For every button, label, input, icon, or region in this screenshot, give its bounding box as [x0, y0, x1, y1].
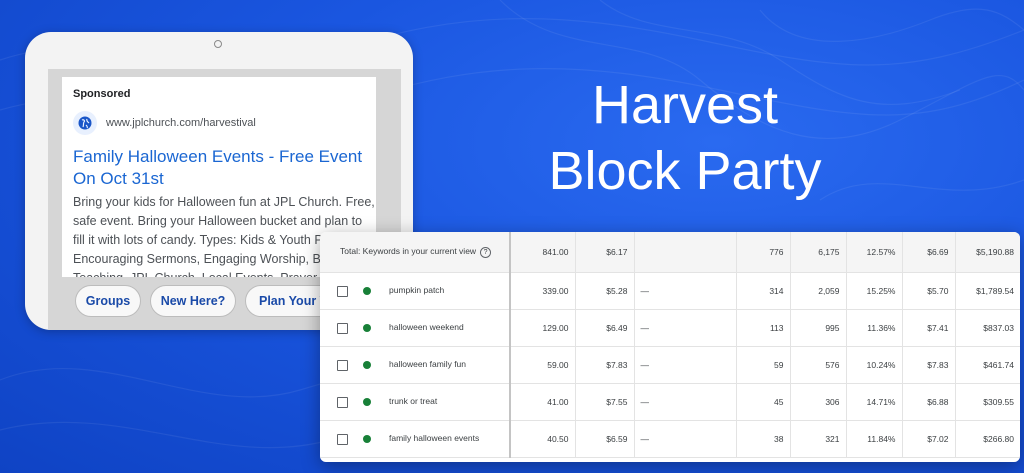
total-cell: 6,175: [789, 232, 846, 273]
row-checkbox[interactable]: [337, 285, 348, 297]
row-checkbox[interactable]: [337, 359, 348, 371]
headline: Harvest Block Party: [495, 72, 875, 204]
table-cell: 15.25%: [845, 272, 902, 310]
table-cell: 45: [735, 383, 790, 421]
total-cell: $6.69: [901, 232, 955, 273]
keyword-cell: halloween weekend: [320, 309, 510, 347]
globe-icon: [73, 111, 97, 135]
table-cell: $7.02: [901, 420, 955, 458]
row-checkbox[interactable]: [337, 433, 348, 445]
ad-display-url[interactable]: www.jplchurch.com/harvestival: [106, 117, 256, 129]
sitelink-groups-button[interactable]: Groups: [75, 285, 141, 317]
keyword-text[interactable]: halloween weekend: [371, 322, 464, 332]
table-cell: 314: [735, 272, 790, 310]
keyword-cell: trunk or treat: [320, 383, 510, 421]
table-cell: $837.03: [954, 309, 1020, 347]
status-enabled-icon: [363, 287, 371, 296]
total-cell: [633, 232, 736, 273]
table-cell: —: [633, 346, 736, 384]
status-enabled-icon: [363, 435, 371, 444]
total-cell: $6.17: [574, 232, 634, 273]
table-row[interactable]: pumpkin patch 339.00 $5.28 — 314 2,059 1…: [320, 272, 1020, 310]
table-cell: $6.49: [574, 309, 634, 347]
table-cell: $7.41: [901, 309, 955, 347]
table-cell: $266.80: [954, 420, 1020, 458]
row-checkbox[interactable]: [337, 396, 348, 408]
table-cell: 306: [789, 383, 846, 421]
table-cell: —: [633, 272, 736, 310]
table-cell: $7.83: [901, 346, 955, 384]
keyword-cell: pumpkin patch: [320, 272, 510, 310]
keyword-cell: halloween family fun: [320, 346, 510, 384]
headline-line-2: Block Party: [548, 141, 822, 201]
sponsored-label: Sponsored: [73, 88, 131, 100]
table-cell: 339.00: [509, 272, 575, 310]
keyword-text[interactable]: trunk or treat: [371, 396, 437, 406]
table-cell: $1,789.54: [954, 272, 1020, 310]
table-cell: $7.83: [574, 346, 634, 384]
table-row[interactable]: trunk or treat 41.00 $7.55 — 45 306 14.7…: [320, 383, 1020, 421]
keyword-text[interactable]: family halloween events: [371, 433, 479, 443]
table-cell: 11.36%: [845, 309, 902, 347]
status-enabled-icon: [363, 324, 371, 333]
table-cell: $7.55: [574, 383, 634, 421]
table-cell: —: [633, 309, 736, 347]
table-cell: —: [633, 420, 736, 458]
table-cell: 576: [789, 346, 846, 384]
table-cell: 129.00: [509, 309, 575, 347]
total-cell: 841.00: [509, 232, 575, 273]
keyword-table: Total: Keywords in your current view? 84…: [320, 232, 1020, 458]
total-cell: $5,190.88: [954, 232, 1020, 273]
table-cell: 38: [735, 420, 790, 458]
total-label-cell: Total: Keywords in your current view?: [320, 232, 510, 273]
table-row[interactable]: halloween weekend 129.00 $6.49 — 113 995…: [320, 309, 1020, 347]
total-cell: 12.57%: [845, 232, 902, 273]
table-cell: $461.74: [954, 346, 1020, 384]
total-label: Total: Keywords in your current view: [340, 246, 477, 257]
camera-icon: [214, 40, 222, 48]
table-row[interactable]: family halloween events 40.50 $6.59 — 38…: [320, 420, 1020, 458]
table-cell: $5.70: [901, 272, 955, 310]
table-cell: 10.24%: [845, 346, 902, 384]
keyword-text[interactable]: halloween family fun: [371, 359, 466, 369]
row-checkbox[interactable]: [337, 322, 348, 334]
table-cell: $5.28: [574, 272, 634, 310]
table-cell: 59: [735, 346, 790, 384]
table-row[interactable]: halloween family fun 59.00 $7.83 — 59 57…: [320, 346, 1020, 384]
table-cell: $309.55: [954, 383, 1020, 421]
status-enabled-icon: [363, 398, 371, 407]
table-cell: 11.84%: [845, 420, 902, 458]
table-cell: 41.00: [509, 383, 575, 421]
table-cell: 113: [735, 309, 790, 347]
table-cell: 2,059: [789, 272, 846, 310]
keyword-cell: family halloween events: [320, 420, 510, 458]
total-cell: 776: [735, 232, 790, 273]
table-cell: 995: [789, 309, 846, 347]
table-cell: $6.88: [901, 383, 955, 421]
keyword-text[interactable]: pumpkin patch: [371, 285, 444, 295]
headline-line-1: Harvest: [591, 75, 779, 135]
table-cell: $6.59: [574, 420, 634, 458]
ad-headline-link[interactable]: Family Halloween Events - Free Event On …: [73, 146, 368, 190]
table-cell: 321: [789, 420, 846, 458]
sitelink-new-here-button[interactable]: New Here?: [150, 285, 236, 317]
table-cell: 40.50: [509, 420, 575, 458]
table-total-row: Total: Keywords in your current view? 84…: [320, 232, 1020, 273]
table-cell: 14.71%: [845, 383, 902, 421]
status-enabled-icon: [363, 361, 371, 370]
table-cell: —: [633, 383, 736, 421]
keyword-performance-panel: Total: Keywords in your current view? 84…: [320, 232, 1020, 462]
help-circle-icon[interactable]: ?: [480, 246, 492, 258]
table-cell: 59.00: [509, 346, 575, 384]
